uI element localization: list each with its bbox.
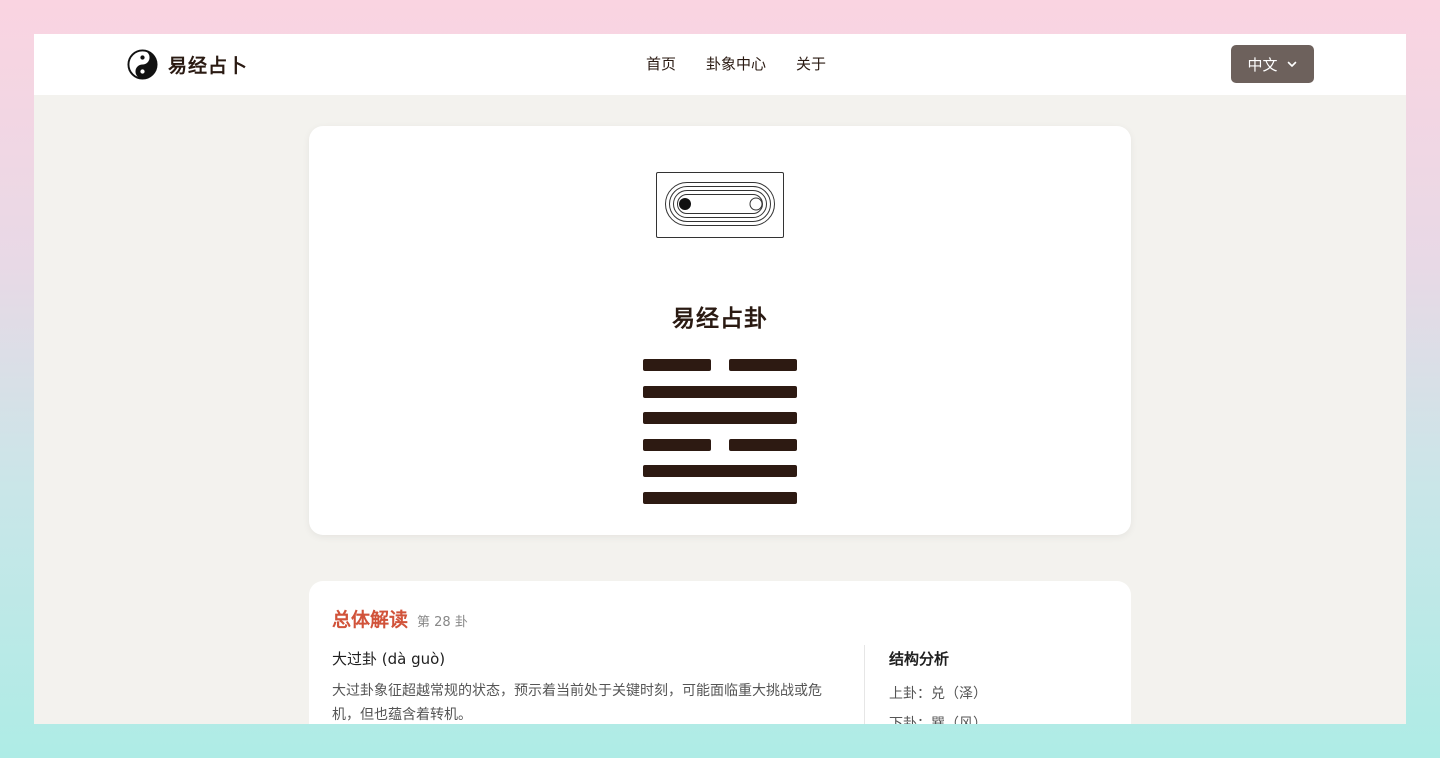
app-window: 易经占卜 首页 卦象中心 关于 中文 易经占卦 总体解读 第 28 卦 大过卦 … — [34, 34, 1406, 724]
hexagram-line-1-yin — [643, 359, 797, 371]
chevron-down-icon — [1287, 61, 1296, 67]
coin-tile-icon[interactable] — [656, 172, 784, 238]
lower-trigram: 下卦：巽（风） — [889, 716, 987, 724]
hexagram — [643, 359, 797, 519]
language-select[interactable]: 中文 — [1231, 45, 1314, 83]
interpretation-header: 总体解读 第 28 卦 — [332, 605, 468, 632]
yin-yang-icon — [127, 49, 158, 80]
brand-name: 易经占卜 — [168, 55, 249, 77]
column-divider — [864, 645, 865, 724]
upper-trigram: 上卦：兑（泽） — [889, 686, 987, 702]
hexagram-line-3-yang — [643, 412, 797, 425]
nav-hexagram-center[interactable]: 卦象中心 — [706, 53, 766, 74]
interpretation-card: 总体解读 第 28 卦 大过卦 (dà guò) 大过卦象征超越常规的状态，预示… — [309, 581, 1131, 724]
hexagram-number: 第 28 卦 — [417, 615, 468, 630]
hexagram-description: 大过卦象征超越常规的状态，预示着当前处于关键时刻，可能面临重大挑战或危机，但也蕴… — [332, 683, 822, 723]
nav-about[interactable]: 关于 — [796, 53, 826, 74]
divination-title: 易经占卦 — [672, 306, 768, 332]
top-navbar: 易经占卜 首页 卦象中心 关于 中文 — [34, 34, 1406, 95]
divination-card: 易经占卦 — [309, 126, 1131, 535]
structure-analysis: 结构分析 上卦：兑（泽） 下卦：巽（风） — [889, 648, 987, 724]
main-nav: 首页 卦象中心 关于 — [646, 53, 826, 74]
hexagram-name: 大过卦 (dà guò) — [332, 650, 446, 668]
structure-title: 结构分析 — [889, 650, 950, 668]
nav-home[interactable]: 首页 — [646, 53, 676, 74]
language-label: 中文 — [1247, 55, 1278, 74]
interpretation-summary: 大过卦 (dà guò) 大过卦象征超越常规的状态，预示着当前处于关键时刻，可能… — [332, 648, 842, 724]
hexagram-line-6-yang — [643, 491, 797, 504]
brand[interactable]: 易经占卜 — [127, 49, 248, 80]
hexagram-line-4-yin — [643, 438, 797, 451]
hexagram-line-2-yang — [643, 385, 797, 398]
hexagram-line-5-yang — [643, 465, 797, 478]
interpretation-title: 总体解读 — [332, 609, 409, 631]
